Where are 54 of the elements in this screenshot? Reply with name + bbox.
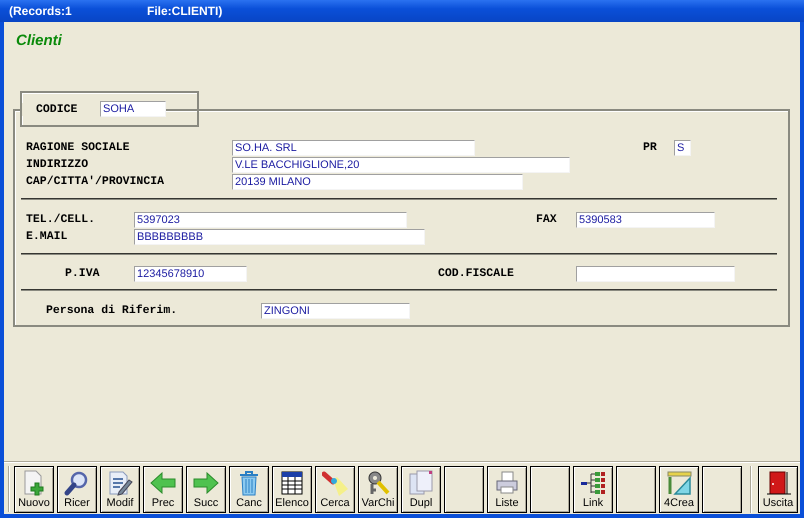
pages-icon: [408, 470, 434, 496]
record-count: (Records:1: [9, 4, 73, 18]
code-field[interactable]: SOHA: [100, 101, 166, 117]
left-arrow-icon: [150, 470, 176, 496]
toolbar-button[interactable]: 4Crea: [659, 466, 699, 513]
toolbar-button[interactable]: Prec: [143, 466, 183, 513]
toolbar-button[interactable]: VarChi: [358, 466, 398, 513]
right-arrow-icon: [193, 470, 219, 496]
empty-button[interactable]: [530, 466, 570, 513]
empty-button[interactable]: [702, 466, 742, 513]
text-field[interactable]: 20139 MILANO: [232, 174, 523, 190]
field-label: P.IVA: [65, 267, 101, 280]
tree-diagram-icon: [580, 470, 606, 496]
toolbar-button[interactable]: Cerca: [315, 466, 355, 513]
text-field[interactable]: 12345678910: [134, 266, 247, 282]
ruler-triangle-icon: [666, 470, 692, 496]
toolbar-button[interactable]: Succ: [186, 466, 226, 513]
flashlight-icon: [322, 470, 348, 496]
toolbar-button[interactable]: Ricer: [57, 466, 97, 513]
field-label: Persona di Riferim.: [46, 304, 178, 317]
field-label: TEL./CELL.: [26, 213, 96, 226]
text-field[interactable]: SO.HA. SRL: [232, 140, 475, 156]
toolbar-button[interactable]: Canc: [229, 466, 269, 513]
toolbar-button[interactable]: Liste: [487, 466, 527, 513]
table-icon: [279, 470, 305, 496]
form-title: Clienti: [16, 32, 63, 51]
field-label: INDIRIZZO: [26, 158, 90, 171]
text-field[interactable]: V.LE BACCHIGLIONE,20: [232, 156, 570, 172]
toolbar-button[interactable]: Elenco: [272, 466, 312, 513]
magnifier-icon: [64, 470, 90, 496]
empty-button[interactable]: [444, 466, 484, 513]
window-title: File:CLIENTI): [147, 4, 222, 18]
printer-icon: [494, 470, 520, 496]
text-field[interactable]: S: [674, 140, 691, 156]
field-label: PR: [643, 141, 658, 154]
door-icon: [765, 470, 791, 496]
document-pencil-icon: [107, 470, 133, 496]
field-label: E.MAIL: [26, 230, 68, 243]
toolbar-button[interactable]: Nuovo: [14, 466, 54, 513]
text-field[interactable]: ZINGONI: [261, 302, 410, 318]
toolbar-button[interactable]: Dupl: [401, 466, 441, 513]
toolbar-button[interactable]: Modif: [100, 466, 140, 513]
text-field[interactable]: 5397023: [134, 212, 407, 228]
field-label: CAP/CITTA'/PROVINCIA: [26, 175, 166, 188]
text-field[interactable]: 5390583: [576, 212, 715, 228]
field-label: CODICE: [22, 102, 100, 116]
field-label: COD.FISCALE: [438, 267, 515, 280]
text-field[interactable]: BBBBBBBBB: [134, 228, 425, 244]
field-label: RAGIONE SOCIALE: [26, 141, 131, 154]
toolbar-button[interactable]: Link: [573, 466, 613, 513]
empty-button[interactable]: [616, 466, 656, 513]
field-label: FAX: [536, 213, 558, 226]
exit-button[interactable]: Uscita: [758, 466, 798, 513]
text-field[interactable]: [576, 266, 735, 282]
